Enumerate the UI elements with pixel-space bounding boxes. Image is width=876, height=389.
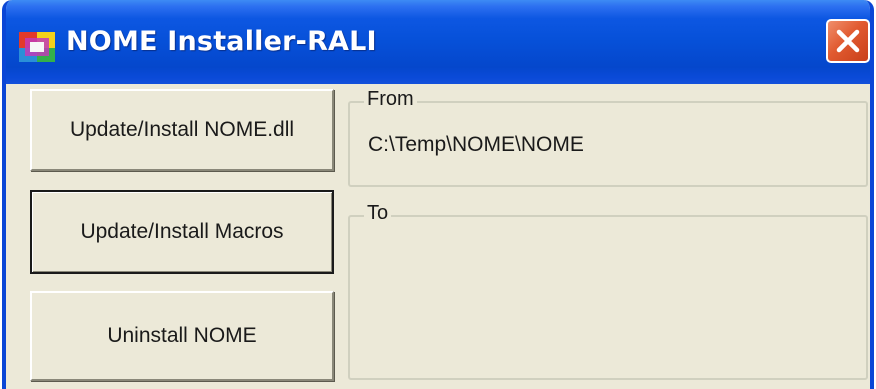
- title-bar[interactable]: NOME Installer-RALI: [6, 0, 870, 84]
- to-label: To: [364, 202, 392, 225]
- from-groupbox: From C:\Temp\NOME\NOME: [348, 88, 868, 187]
- close-button[interactable]: [826, 19, 870, 63]
- app-icon: [19, 30, 57, 64]
- update-install-macros-button[interactable]: Update/Install Macros: [30, 190, 334, 274]
- uninstall-button[interactable]: Uninstall NOME: [30, 291, 334, 381]
- window-title: NOME Installer-RALI: [66, 26, 377, 57]
- installer-window: NOME Installer-RALI Update/Install NOME.…: [2, 0, 874, 389]
- update-install-dll-button[interactable]: Update/Install NOME.dll: [30, 89, 334, 171]
- window-client-area: Update/Install NOME.dll Update/Install M…: [6, 84, 870, 389]
- from-label: From: [364, 88, 417, 111]
- from-path: C:\Temp\NOME\NOME: [368, 133, 584, 156]
- to-groupbox: To: [348, 202, 868, 380]
- close-icon: [836, 29, 860, 53]
